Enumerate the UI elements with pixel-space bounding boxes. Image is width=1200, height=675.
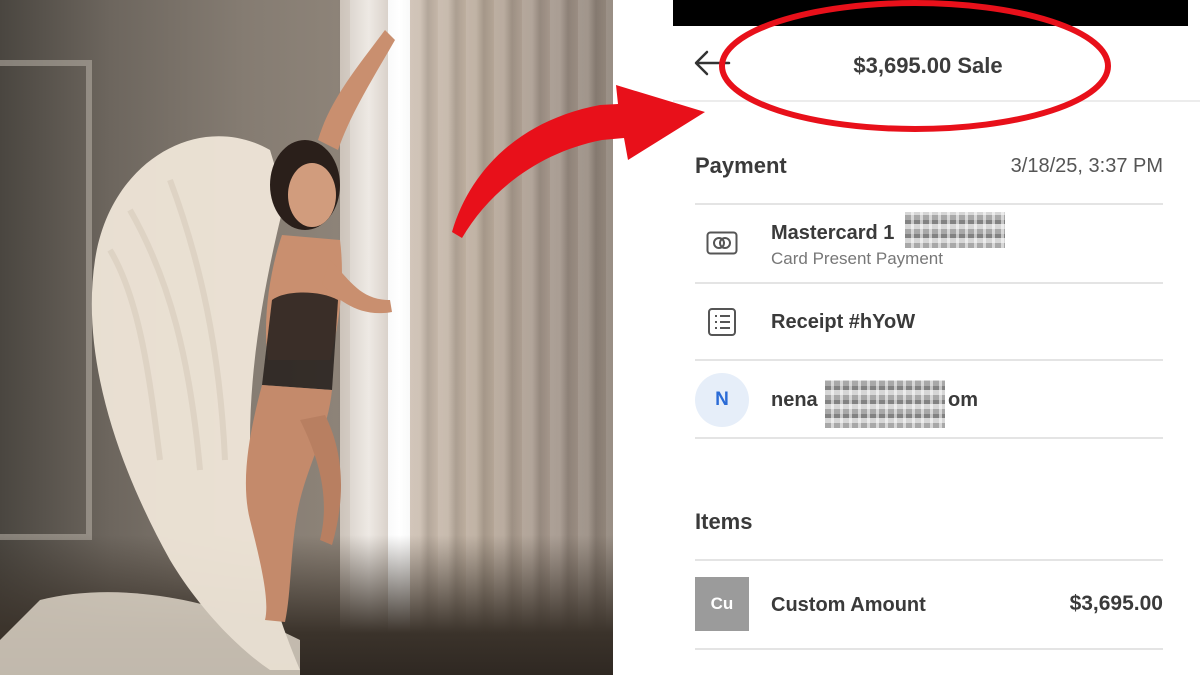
sale-amount-title: $3,695.00 Sale (853, 53, 1003, 78)
row-divider (695, 282, 1163, 284)
item-price: $3,695.00 (1069, 592, 1163, 615)
row-divider (695, 437, 1163, 439)
row-divider (695, 559, 1163, 561)
card-brand-label: Mastercard 1 (771, 222, 895, 244)
redacted-email (825, 380, 945, 428)
card-payment-type: Card Present Payment (771, 249, 943, 268)
customer-email-end[interactable]: om (948, 389, 978, 412)
customer-email-start[interactable]: nena (771, 389, 818, 412)
receipt-list-icon (705, 305, 739, 339)
payment-datetime: 3/18/25, 3:37 PM (1010, 155, 1163, 177)
card-icon (705, 226, 739, 260)
customer-avatar[interactable]: N (695, 373, 749, 427)
woman-with-angel-wings-photo (0, 0, 613, 675)
arrow-left-icon[interactable] (691, 48, 731, 78)
row-divider (695, 359, 1163, 361)
row-divider (695, 203, 1163, 205)
sale-receipt-panel: $3,695.00 Sale Payment 3/18/25, 3:37 PM … (613, 0, 1200, 675)
header-divider (673, 100, 1200, 102)
item-name[interactable]: Custom Amount (771, 594, 926, 617)
payment-section-title: Payment (695, 153, 787, 178)
items-section-title: Items (695, 509, 753, 534)
status-bar (673, 0, 1188, 26)
row-divider (695, 648, 1163, 650)
receipt-number[interactable]: Receipt #hYoW (771, 311, 915, 334)
item-thumbnail: Cu (695, 577, 749, 631)
redacted-card-number (905, 212, 1005, 248)
angel-figure-drawing (0, 30, 395, 675)
